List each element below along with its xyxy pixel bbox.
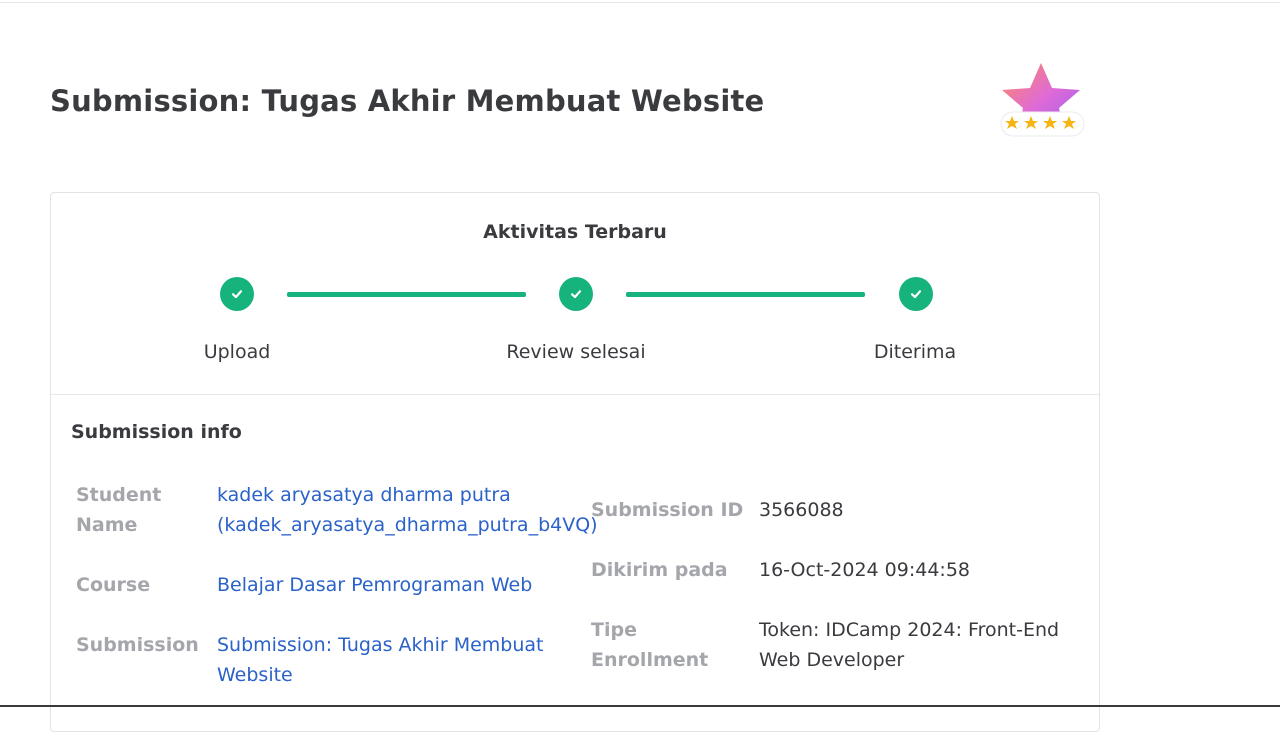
step-connector-line [626,292,865,297]
step-label-accepted: Diterima [873,341,957,363]
step-connector-line [287,292,526,297]
submission-link[interactable]: Submission: Tugas Akhir Membuat Website [217,630,544,690]
submission-id-label: Submission ID [591,499,744,521]
enrollment-type-value: Token: IDCamp 2024: Front-End Web Develo… [759,619,1060,671]
step-label-upload: Upload [203,341,271,363]
step-upload-check-icon [220,277,254,311]
submission-info-title: Submission info [71,421,242,443]
student-name-label: Student Name [76,484,162,536]
step-review-check-icon [559,277,593,311]
sent-at-label: Dikirim pada [591,559,728,581]
enrollment-type-label: Tipe Enrollment [591,619,709,671]
course-link[interactable]: Belajar Dasar Pemrograman Web [217,570,532,600]
step-label-review: Review selesai [506,341,646,363]
star-rating-badge-icon [1000,63,1085,137]
card-divider [51,394,1099,395]
step-accepted-check-icon [899,277,933,311]
submission-label: Submission [76,634,199,656]
submission-id-value: 3566088 [759,499,844,521]
student-name-link[interactable]: kadek aryasatya dharma putra (kadek_arya… [217,480,598,540]
activity-title: Aktivitas Terbaru [483,221,667,243]
sent-at-value: 16-Oct-2024 09:44:58 [759,559,970,581]
top-divider [0,2,1280,3]
course-label: Course [76,574,151,596]
submission-card: Aktivitas Terbaru Upload Review selesai … [50,192,1100,732]
page-title: Submission: Tugas Akhir Membuat Website [50,84,765,118]
